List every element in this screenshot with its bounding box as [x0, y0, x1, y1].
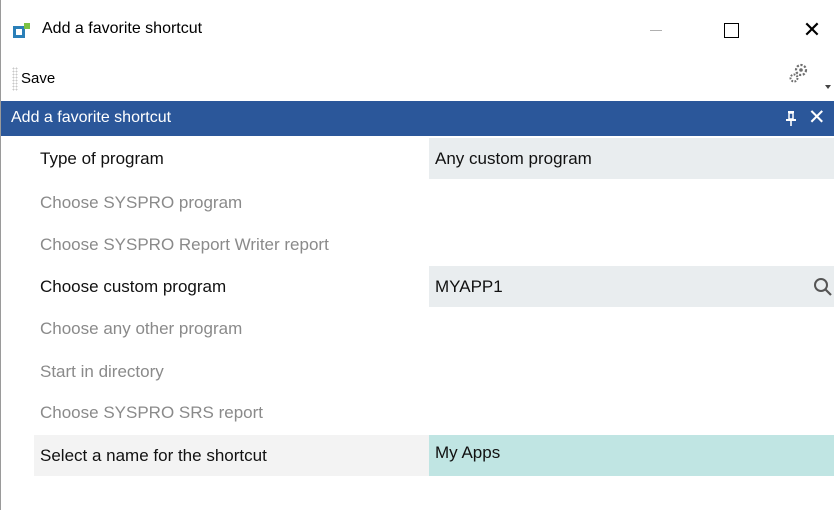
close-icon: ✕: [802, 17, 822, 42]
panel-title: Add a favorite shortcut: [11, 109, 172, 126]
maximize-button[interactable]: [708, 10, 754, 50]
program-type-dropdown[interactable]: Any custom program: [429, 138, 834, 179]
field-label: Choose SYSPRO Report Writer report: [40, 235, 329, 254]
form-row-type-of-program: Type of program Any custom program: [34, 138, 834, 179]
shortcut-name-input[interactable]: My Apps: [429, 435, 834, 476]
minimize-button[interactable]: [633, 10, 679, 50]
field-label: Choose SYSPRO SRS report: [40, 403, 263, 422]
panel-header: Add a favorite shortcut ✕: [1, 101, 834, 136]
form-row-shortcut-name: Select a name for the shortcut My Apps: [34, 435, 834, 476]
field-label: Choose custom program: [40, 277, 227, 296]
panel-close-icon[interactable]: ✕: [808, 105, 826, 130]
field-label: Choose SYSPRO program: [40, 193, 243, 212]
save-button[interactable]: Save: [18, 67, 58, 91]
dropdown-value: Any custom program: [435, 149, 592, 168]
field-label: Start in directory: [40, 362, 164, 381]
form-row-custom-program: Choose custom program MYAPP1: [34, 266, 834, 307]
field-label: Select a name for the shortcut: [40, 446, 267, 465]
toolbar-dropdown-arrow-icon[interactable]: [825, 85, 831, 89]
form-row-srs-report: Choose SYSPRO SRS report: [34, 392, 834, 433]
close-button[interactable]: ✕: [789, 10, 834, 50]
form-row-start-directory: Start in directory: [34, 351, 834, 392]
app-icon: [13, 23, 30, 38]
maximize-icon: [723, 22, 739, 38]
search-icon[interactable]: [813, 277, 833, 297]
gear-icon[interactable]: [788, 62, 810, 84]
form-row-syspro-program: Choose SYSPRO program: [34, 182, 834, 223]
window-title: Add a favorite shortcut: [42, 20, 203, 37]
field-label: Choose any other program: [40, 319, 243, 338]
field-label: Type of program: [40, 149, 164, 168]
title-bar: Add a favorite shortcut ✕: [1, 0, 834, 60]
form-row-report-writer: Choose SYSPRO Report Writer report: [34, 224, 834, 265]
form-row-other-program: Choose any other program: [34, 308, 834, 349]
custom-program-input[interactable]: MYAPP1: [429, 266, 834, 307]
input-value: MYAPP1: [435, 277, 503, 296]
pin-icon[interactable]: [784, 110, 798, 127]
dialog-window: Add a favorite shortcut ✕ Save Add a fav…: [0, 0, 834, 510]
toolbar: Save: [1, 61, 834, 97]
input-value: My Apps: [435, 443, 501, 462]
minimize-icon: [650, 29, 662, 31]
